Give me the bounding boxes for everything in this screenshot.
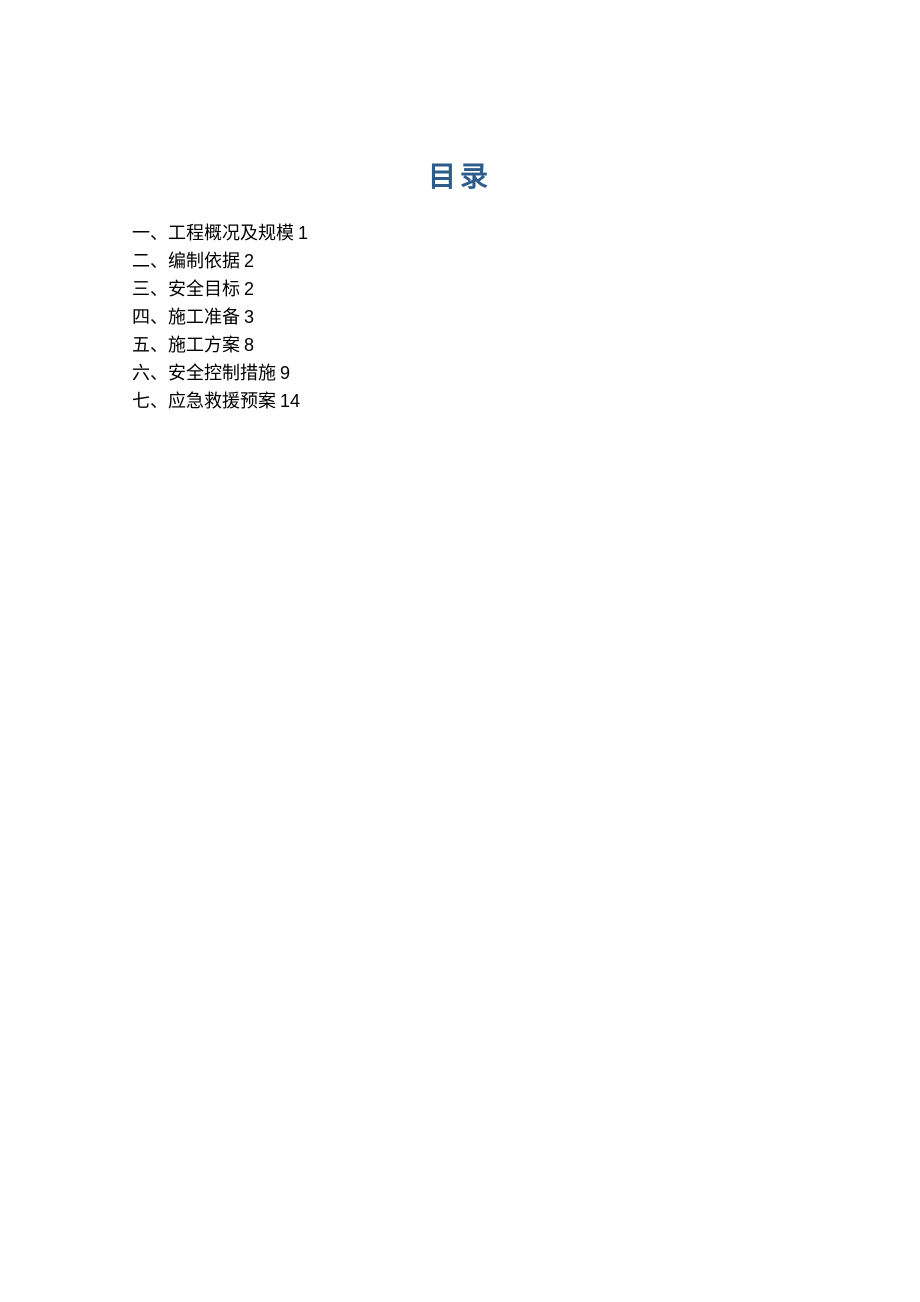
toc-item-page: 14 [280,391,300,411]
document-page: 目录 一、工程概况及规模1 二、编制依据2 三、安全目标2 四、施工准备3 五、… [0,0,920,415]
toc-item-page: 2 [244,251,254,271]
toc-item: 五、施工方案8 [132,331,788,359]
toc-item-page: 9 [280,363,290,383]
toc-item: 七、应急救援预案14 [132,387,788,415]
toc-item: 三、安全目标2 [132,275,788,303]
toc-item-page: 3 [244,307,254,327]
toc-item: 一、工程概况及规模1 [132,219,788,247]
toc-item: 四、施工准备3 [132,303,788,331]
toc-list: 一、工程概况及规模1 二、编制依据2 三、安全目标2 四、施工准备3 五、施工方… [132,219,788,415]
toc-item-page: 1 [298,223,308,243]
toc-item-label: 六、安全控制措施 [132,363,276,383]
toc-title: 目录 [132,155,788,195]
toc-item-label: 七、应急救援预案 [132,391,276,411]
toc-item-page: 2 [244,279,254,299]
toc-item-label: 三、安全目标 [132,279,240,299]
toc-item-label: 一、工程概况及规模 [132,223,294,243]
toc-item: 六、安全控制措施9 [132,359,788,387]
toc-item-label: 四、施工准备 [132,307,240,327]
toc-item-page: 8 [244,335,254,355]
toc-item-label: 五、施工方案 [132,335,240,355]
toc-item-label: 二、编制依据 [132,251,240,271]
toc-item: 二、编制依据2 [132,247,788,275]
